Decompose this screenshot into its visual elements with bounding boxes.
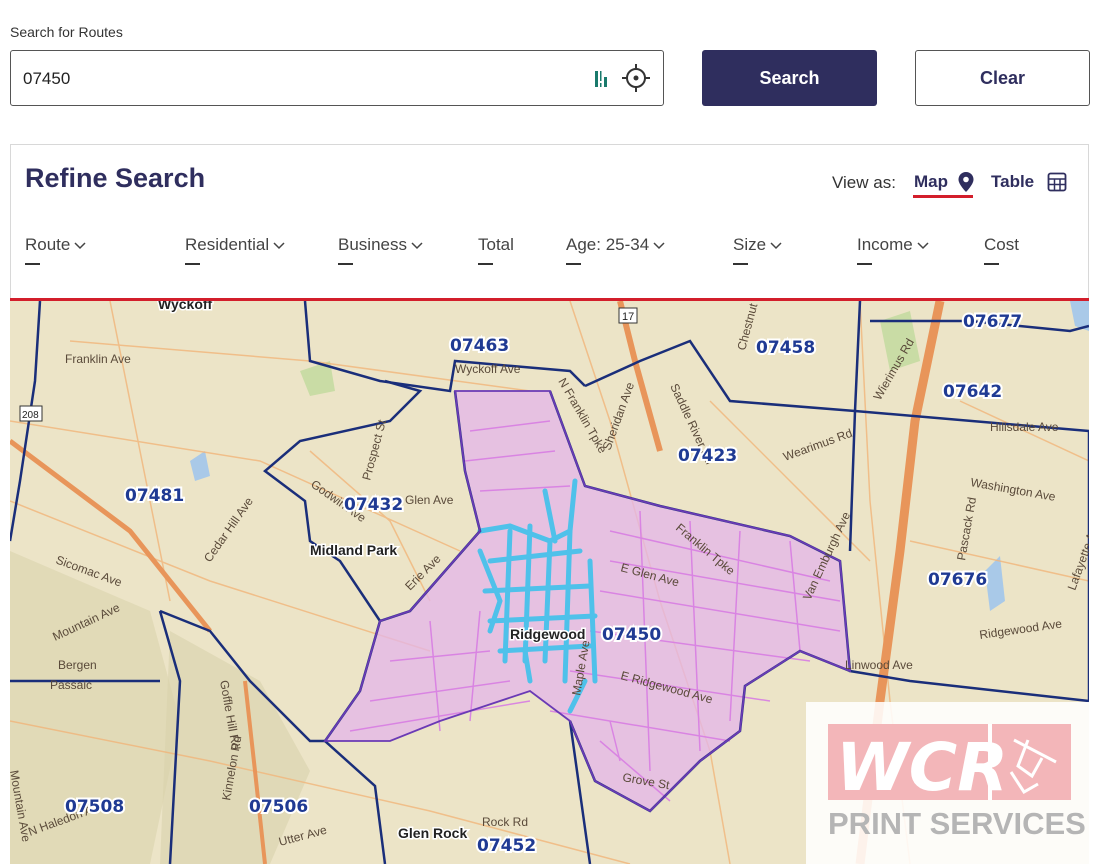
zip-label[interactable]: 07458 xyxy=(754,336,817,360)
logo-print-services-text: PRINT SERVICES xyxy=(828,806,1086,841)
chevron-down-icon xyxy=(917,241,929,249)
street-label: Hillsdale Ave xyxy=(990,420,1059,434)
column-label: Age: 25-34 xyxy=(566,235,650,254)
barcode-icon[interactable] xyxy=(591,67,615,91)
clear-button[interactable]: Clear xyxy=(915,50,1090,106)
map-pin-icon[interactable] xyxy=(957,171,975,193)
view-map-toggle[interactable]: Map xyxy=(914,172,948,192)
place-label: Passaic xyxy=(50,678,92,692)
chevron-down-icon xyxy=(273,241,285,249)
column-value-empty xyxy=(984,263,999,265)
table-grid-icon[interactable] xyxy=(1047,172,1067,192)
zip-label[interactable]: 07423 xyxy=(676,444,739,468)
column-label: Business xyxy=(338,235,407,254)
crosshair-target-icon[interactable] xyxy=(621,63,651,93)
column-size[interactable]: Size xyxy=(733,235,782,265)
zip-label[interactable]: 07432 xyxy=(342,493,405,517)
column-label: Residential xyxy=(185,235,270,254)
zip-label[interactable]: 07642 xyxy=(941,380,1004,404)
column-label: Income xyxy=(857,235,913,254)
highway-shield-label: 208 xyxy=(22,410,39,421)
zip-label[interactable]: 07508 xyxy=(63,795,126,819)
search-input[interactable] xyxy=(23,65,563,93)
zip-label[interactable]: 07676 xyxy=(926,568,989,592)
wcr-logo-watermark: WCR PRINT SERVICES xyxy=(806,702,1089,864)
search-field[interactable] xyxy=(10,50,664,106)
column-value-empty xyxy=(338,263,353,265)
column-cost: Cost xyxy=(984,235,1019,265)
zip-label[interactable]: 07463 xyxy=(448,334,511,358)
column-label: Total xyxy=(478,235,514,254)
column-business[interactable]: Business xyxy=(338,235,423,265)
place-label: Midland Park xyxy=(310,542,397,558)
zip-label[interactable]: 07506 xyxy=(247,795,310,819)
column-value-empty xyxy=(478,263,493,265)
logo-wcr-text: WCR xyxy=(836,729,1008,806)
view-table-toggle[interactable]: Table xyxy=(991,172,1034,192)
column-residential[interactable]: Residential xyxy=(185,235,285,265)
column-value-empty xyxy=(185,263,200,265)
column-value-empty xyxy=(857,263,872,265)
street-label: Linwood Ave xyxy=(845,658,913,672)
chevron-down-icon xyxy=(653,241,665,249)
column-income[interactable]: Income xyxy=(857,235,929,265)
column-value-empty xyxy=(25,263,40,265)
zip-label[interactable]: 07677 xyxy=(961,310,1024,334)
street-label: Wyckoff Ave xyxy=(455,362,521,376)
column-value-empty xyxy=(566,263,581,265)
place-label: Wyckoff xyxy=(158,301,213,312)
chevron-down-icon xyxy=(74,241,86,249)
view-as-label: View as: xyxy=(832,173,896,192)
place-label: Bergen xyxy=(58,658,97,672)
place-label: Glen Rock xyxy=(398,825,467,841)
zip-label[interactable]: 07481 xyxy=(123,484,186,508)
highway-shield-label: 17 xyxy=(622,311,634,323)
column-label: Route xyxy=(25,235,71,254)
search-button[interactable]: Search xyxy=(702,50,877,106)
place-label: Ridgewood xyxy=(510,626,585,642)
column-age[interactable]: Age: 25-34 xyxy=(566,235,665,265)
active-view-indicator xyxy=(913,195,973,198)
chevron-down-icon xyxy=(411,241,423,249)
search-label: Search for Routes xyxy=(10,24,123,40)
chevron-down-icon xyxy=(770,241,782,249)
column-value-empty xyxy=(733,263,748,265)
column-label: Size xyxy=(733,235,767,254)
street-label: Glen Ave xyxy=(405,493,454,507)
zip-label[interactable]: 07450 xyxy=(600,623,663,647)
column-route[interactable]: Route xyxy=(25,235,86,265)
zip-label[interactable]: 07452 xyxy=(475,834,538,858)
column-total: Total xyxy=(478,235,514,265)
street-label: Franklin Ave xyxy=(65,352,131,366)
refine-search-title: Refine Search xyxy=(25,163,206,193)
column-label: Cost xyxy=(984,235,1019,254)
street-label: Rock Rd xyxy=(482,815,528,829)
